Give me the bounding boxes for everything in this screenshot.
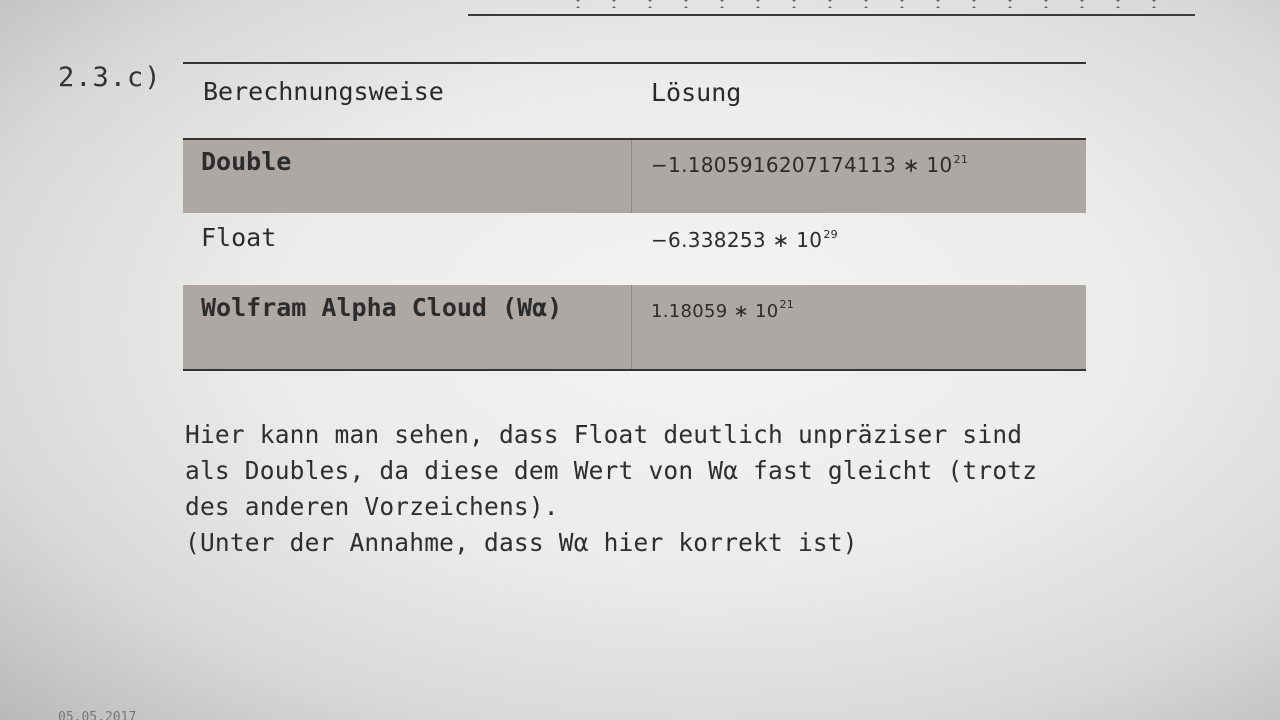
solution-float-exponent: 29 <box>823 228 838 241</box>
header-method: Berechnungsweise <box>203 77 444 106</box>
table-bottom-rule <box>183 369 1086 371</box>
method-float: Float <box>201 223 277 252</box>
top-dotted-line <box>560 0 1160 8</box>
top-rule <box>468 14 1195 16</box>
solution-float: −6.338253 ∗ 1029 <box>651 228 838 252</box>
solution-double-exponent: 21 <box>953 153 969 166</box>
solution-double-mantissa: −1.1805916207174113 ∗ 10 <box>651 153 953 177</box>
table-row-double: Double −1.1805916207174113 ∗ 1021 <box>183 140 1086 213</box>
solution-double: −1.1805916207174113 ∗ 1021 <box>651 153 968 177</box>
results-table: Berechnungsweise Lösung Double −1.180591… <box>183 62 1086 371</box>
paragraph-line: Hier kann man sehen, dass Float deutlich… <box>185 420 1023 449</box>
header-solution: Lösung <box>651 78 742 107</box>
section-label: 2.3.c) <box>58 62 162 93</box>
paragraph-line: als Doubles, da diese dem Wert von Wα fa… <box>185 456 1038 485</box>
column-divider <box>631 285 632 369</box>
paragraph-line: des anderen Vorzeichens). <box>185 492 559 521</box>
table-header: Berechnungsweise Lösung <box>183 64 1086 138</box>
method-double: Double <box>201 147 292 176</box>
paragraph-line: (Unter der Annahme, dass Wα hier korrekt… <box>185 528 858 557</box>
solution-float-mantissa: −6.338253 ∗ 10 <box>651 228 823 252</box>
table-row-float: Float −6.338253 ∗ 1029 <box>183 213 1086 285</box>
solution-wolfram: 1.18059 ∗ 1021 <box>651 298 794 322</box>
solution-wolfram-exponent: 21 <box>779 298 795 311</box>
explanation-paragraph: Hier kann man sehen, dass Float deutlich… <box>185 417 1185 561</box>
column-divider <box>631 140 632 213</box>
footer-date: 05.05.2017 <box>58 710 137 720</box>
method-wolfram: Wolfram Alpha Cloud (Wα) <box>201 293 563 322</box>
table-row-wolfram: Wolfram Alpha Cloud (Wα) 1.18059 ∗ 1021 <box>183 285 1086 369</box>
solution-wolfram-mantissa: 1.18059 ∗ 10 <box>651 301 779 322</box>
